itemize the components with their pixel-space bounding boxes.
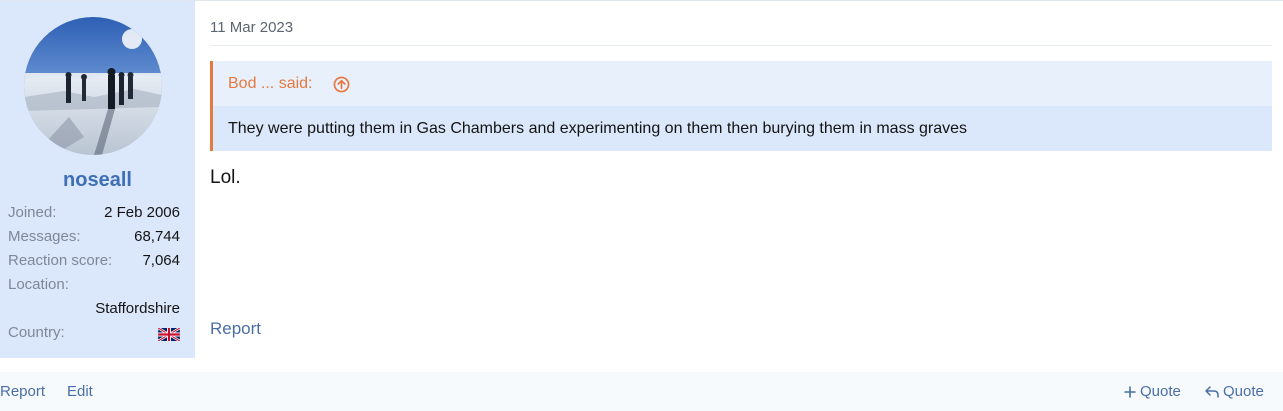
avatar-image: [24, 17, 162, 155]
quote-author[interactable]: Bod ... said:: [228, 75, 313, 93]
info-label: Location:: [8, 276, 69, 293]
user-panel-arrow: [180, 31, 194, 55]
user-info-location-value: Staffordshire: [8, 300, 180, 322]
info-label: Joined:: [8, 204, 57, 221]
divider: [210, 45, 1272, 46]
report-action[interactable]: Report: [0, 383, 45, 400]
username[interactable]: noseall: [0, 169, 195, 192]
quote-text: They were putting them in Gas Chambers a…: [228, 120, 968, 137]
quote-button[interactable]: Quote: [1223, 383, 1264, 400]
report-link[interactable]: Report: [210, 319, 261, 339]
jump-to-quote-icon[interactable]: [333, 76, 350, 93]
post-container: noseall Joined: 2 Feb 2006 Messages: 68,…: [0, 0, 1283, 372]
quote-body: They were putting them in Gas Chambers a…: [213, 106, 1272, 151]
user-info-location: Location:: [8, 276, 180, 298]
info-value: 7,064: [142, 252, 180, 269]
info-value: Staffordshire: [95, 300, 180, 317]
info-label: Messages:: [8, 228, 81, 245]
user-info-reaction-score: Reaction score: 7,064: [8, 252, 180, 274]
avatar[interactable]: [24, 17, 162, 155]
user-panel: noseall Joined: 2 Feb 2006 Messages: 68,…: [0, 1, 195, 358]
post-message: Lol.: [210, 167, 241, 188]
quote-header: Bod ... said:: [213, 61, 1272, 106]
user-info-joined: Joined: 2 Feb 2006: [8, 204, 180, 226]
info-label: Reaction score:: [8, 252, 113, 269]
post-date[interactable]: 11 Mar 2023: [210, 19, 293, 36]
edit-action[interactable]: Edit: [67, 383, 93, 400]
info-value: 68,744: [134, 228, 180, 245]
plus-icon[interactable]: [1122, 384, 1138, 400]
quote-block: Bod ... said: They were putting them in …: [210, 61, 1272, 151]
user-info-country: Country:: [8, 324, 180, 346]
info-label: Country:: [8, 324, 65, 341]
multi-quote-button[interactable]: Quote: [1140, 383, 1181, 400]
info-value: 2 Feb 2006: [104, 204, 180, 221]
post-main: 11 Mar 2023 Bod ... said: They were putt…: [210, 1, 1272, 358]
user-info-messages: Messages: 68,744: [8, 228, 180, 250]
uk-flag-icon: [158, 328, 180, 341]
reply-icon[interactable]: [1204, 384, 1220, 400]
